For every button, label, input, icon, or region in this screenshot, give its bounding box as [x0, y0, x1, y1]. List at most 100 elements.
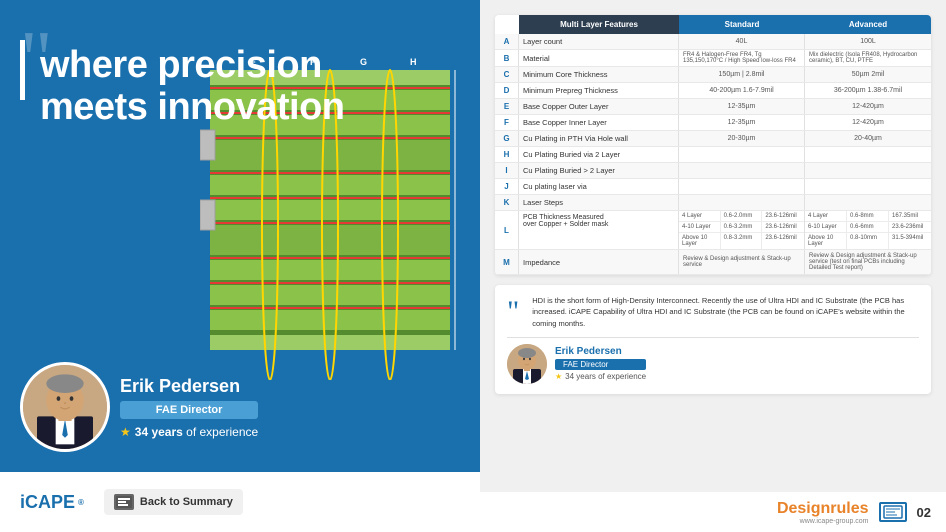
- table-row: D Minimum Prepreg Thickness 40-200µm 1.6…: [495, 83, 931, 99]
- table-row: E Base Copper Outer Layer 12-35µm 12-420…: [495, 99, 931, 115]
- table-row: C Minimum Core Thickness 150µm | 2.8mil …: [495, 67, 931, 83]
- person-title-badge: FAE Director: [120, 401, 258, 419]
- quote-card-person-name: Erik Pedersen: [555, 346, 646, 357]
- row-feature-f: Base Copper Inner Layer: [519, 115, 679, 130]
- person-info: Erik Pedersen FAE Director ★ 34 years of…: [120, 376, 258, 439]
- accent-stripe: [20, 40, 25, 100]
- svg-text:G: G: [360, 57, 367, 67]
- design-text: Design: [777, 500, 830, 517]
- icape-superscript: ®: [78, 498, 84, 507]
- back-label: Back to Summary: [140, 496, 233, 508]
- row-advanced-f: 12-420µm: [805, 115, 931, 130]
- row-letter-i: I: [495, 163, 519, 178]
- row-letter-k: K: [495, 195, 519, 210]
- person-experience: ★ 34 years of experience: [120, 425, 258, 439]
- row-feature-d: Minimum Prepreg Thickness: [519, 83, 679, 98]
- row-letter-g: G: [495, 131, 519, 146]
- designrules-logo: Designrules www.icape-group.com: [777, 500, 869, 525]
- row-letter-d: D: [495, 83, 519, 98]
- row-advanced-g: 20-40µm: [805, 131, 931, 146]
- headline-area: where precision meets innovation: [40, 40, 345, 129]
- row-advanced-a: 100L: [805, 34, 931, 49]
- table-row: H Cu Plating Buried via 2 Layer: [495, 147, 931, 163]
- quote-card-experience: ★ 34 years of experience: [555, 372, 646, 381]
- row-standard-e: 12-35µm: [679, 99, 805, 114]
- row-feature-b: Material: [519, 50, 679, 66]
- row-standard-m: Review & Design adjustment & Stack-up se…: [679, 250, 805, 274]
- row-advanced-d: 36-200µm 1.38-6.7mil: [805, 83, 931, 98]
- icape-text: iCAPE: [20, 492, 75, 513]
- multi-layer-table: Multi Layer Features Standard Advanced A…: [495, 15, 931, 275]
- row-standard-c: 150µm | 2.8mil: [679, 67, 805, 82]
- back-to-summary-button[interactable]: Back to Summary: [104, 489, 243, 515]
- right-panel: Multi Layer Features Standard Advanced A…: [480, 0, 946, 532]
- table-header-empty: [495, 15, 519, 34]
- row-feature-i: Cu Plating Buried > 2 Layer: [519, 163, 679, 178]
- row-letter-c: C: [495, 67, 519, 82]
- person-name: Erik Pedersen: [120, 376, 258, 397]
- experience-text: 34 years of experience: [135, 425, 258, 439]
- summary-icon: [114, 494, 134, 510]
- left-panel: " where precision meets innovation ": [0, 0, 480, 532]
- person-card: Erik Pedersen FAE Director ★ 34 years of…: [20, 362, 258, 452]
- row-standard-k: [679, 195, 805, 210]
- quote-card-exp-text: 34 years of experience: [565, 372, 646, 381]
- table-row: A Layer count 40L 100L: [495, 34, 931, 50]
- row-feature-m: Impedance: [519, 250, 679, 274]
- table-row: J Cu plating laser via: [495, 179, 931, 195]
- quote-card-avatar: [507, 344, 547, 384]
- icape-logo: iCAPE ®: [20, 492, 84, 513]
- bottom-bar-right: Designrules www.icape-group.com 02: [480, 492, 946, 532]
- row-feature-l: PCB Thickness Measuredover Copper + Sold…: [519, 211, 679, 249]
- row-advanced-h: [805, 147, 931, 162]
- row-letter-b: B: [495, 50, 519, 66]
- row-feature-g: Cu Plating in PTH Via Hole wall: [519, 131, 679, 146]
- row-letter-j: J: [495, 179, 519, 194]
- table-row: B Material FR4 & Halogen-Free FR4, Tg 13…: [495, 50, 931, 67]
- row-letter-l: L: [495, 211, 519, 249]
- star-icon: ★: [120, 425, 131, 439]
- headline-text: where precision meets innovation: [40, 45, 345, 129]
- row-letter-e: E: [495, 99, 519, 114]
- row-feature-e: Base Copper Outer Layer: [519, 99, 679, 114]
- row-feature-j: Cu plating laser via: [519, 179, 679, 194]
- page-number: 02: [917, 505, 931, 520]
- row-feature-a: Layer count: [519, 34, 679, 49]
- svg-text:H: H: [410, 57, 417, 67]
- table-row: F Base Copper Inner Layer 12-35µm 12-420…: [495, 115, 931, 131]
- row-letter-f: F: [495, 115, 519, 130]
- experience-years: 34 years: [135, 425, 183, 439]
- bottom-bar-left: iCAPE ® Back to Summary: [0, 472, 480, 532]
- quote-card-person: Erik Pedersen FAE Director ★ 34 years of…: [507, 337, 919, 384]
- table-header-standard: Standard: [679, 15, 805, 34]
- row-advanced-l: 4 Layer 0.6-8mm 167.35mil 6-10 Layer 0.6…: [805, 211, 931, 249]
- row-advanced-e: 12-420µm: [805, 99, 931, 114]
- row-standard-i: [679, 163, 805, 178]
- quote-card-info: Erik Pedersen FAE Director ★ 34 years of…: [555, 346, 646, 381]
- row-advanced-b: Mix dielectric (Isola FR408, Hydrocarbon…: [805, 50, 931, 66]
- row-advanced-j: [805, 179, 931, 194]
- quote-mark: ": [507, 300, 519, 324]
- row-standard-g: 20-30µm: [679, 131, 805, 146]
- row-standard-a: 40L: [679, 34, 805, 49]
- quote-card: " HDI is the short form of High-Density …: [495, 285, 931, 394]
- row-advanced-c: 50µm 2mil: [805, 67, 931, 82]
- row-standard-d: 40-200µm 1.6-7.9mil: [679, 83, 805, 98]
- row-feature-k: Laser Steps: [519, 195, 679, 210]
- row-standard-h: [679, 147, 805, 162]
- designrules-text: Designrules: [777, 500, 869, 518]
- quote-card-text: HDI is the short form of High-Density In…: [532, 295, 919, 329]
- table-header: Multi Layer Features Standard Advanced: [495, 15, 931, 34]
- row-advanced-i: [805, 163, 931, 178]
- avatar: [20, 362, 110, 452]
- quote-card-star-icon: ★: [555, 372, 562, 381]
- row-advanced-m: Review & Design adjustment & Stack-up se…: [805, 250, 931, 274]
- row-standard-j: [679, 179, 805, 194]
- row-letter-a: A: [495, 34, 519, 49]
- designrules-sub: www.icape-group.com: [800, 518, 869, 525]
- row-letter-h: H: [495, 147, 519, 162]
- table-row: M Impedance Review & Design adjustment &…: [495, 250, 931, 275]
- row-standard-l: 4 Layer 0.6-2.0mm 23.6-126mil 4-10 Layer…: [679, 211, 805, 249]
- experience-suffix: of experience: [186, 425, 258, 439]
- table-row: I Cu Plating Buried > 2 Layer: [495, 163, 931, 179]
